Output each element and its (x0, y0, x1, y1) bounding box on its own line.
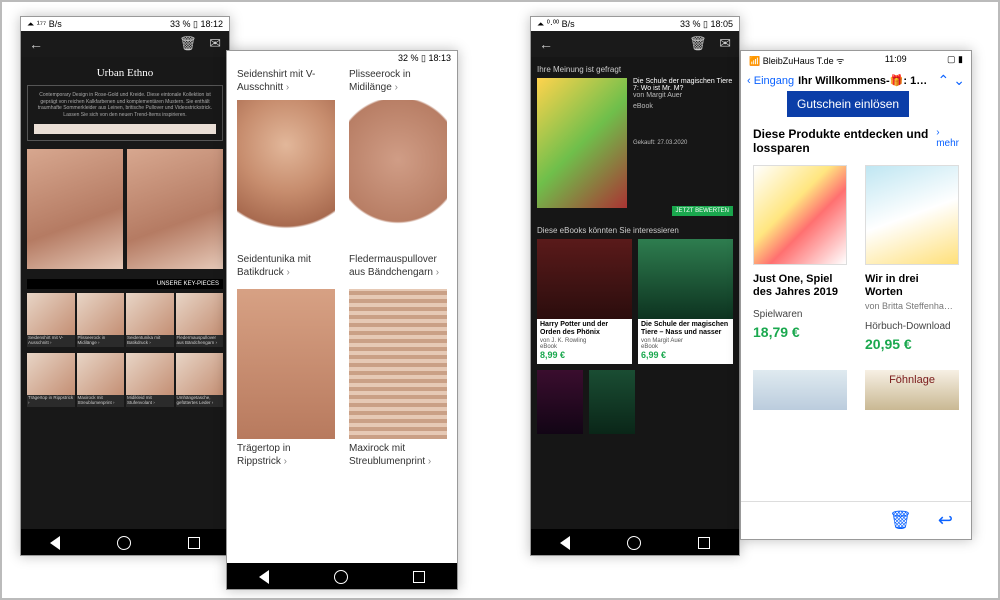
status-bar: ⏶ ¹⁷⁷ B/s 33 % ▯ 18:12 (21, 17, 229, 31)
mail-product-card[interactable]: Wir in drei Worten von Britta Steffenha…… (865, 165, 959, 352)
mail-reply-icon[interactable]: ↩ (938, 510, 953, 531)
status-right: 33 % ▯ 18:05 (680, 19, 733, 30)
nav-recent-icon[interactable] (188, 537, 200, 549)
phone-ios-mail: 📶 BleibZuHaus T.de ᯤ 11:09 ▢ ▮ ‹ Eingang… (740, 50, 972, 540)
recommend-header: Diese eBooks könnten Sie interessieren (537, 226, 733, 235)
hero-image[interactable] (27, 149, 123, 269)
phone-fashion-dark: ⏶ ¹⁷⁷ B/s 33 % ▯ 18:12 ← 🗑 ✉ Urban Ethno… (20, 16, 230, 556)
phone-fashion-light: 32 % ▯ 18:13 Seidenshirt mit V-Ausschnit… (226, 50, 458, 590)
product-thumb[interactable]: Fledermauspullover aus Bändchengarn › (176, 293, 224, 347)
status-left: ⏶ ¹⁷⁷ B/s (27, 19, 62, 30)
product-thumb[interactable]: Maxirock mit Streublumenprint › (77, 353, 125, 407)
hero-title: Urban Ethno (27, 67, 223, 79)
trash-icon[interactable]: 🗑 (179, 35, 197, 51)
nav-back-icon[interactable] (50, 536, 60, 550)
book-type: eBook (633, 103, 733, 110)
mail-next-icon[interactable]: ⌄ (953, 72, 965, 89)
nav-back-icon[interactable] (560, 536, 570, 550)
mail-icon[interactable]: ✉ (209, 35, 221, 51)
app-top-bar: ← 🗑 ✉ (21, 31, 229, 57)
nav-recent-icon[interactable] (698, 537, 710, 549)
recommend-card[interactable]: Die Schule der magischen Tiere – Nass un… (638, 239, 733, 364)
nav-recent-icon[interactable] (413, 571, 425, 583)
app-top-bar: ← 🗑 ✉ (531, 31, 739, 57)
mail-product-card[interactable]: Just One, Spiel des Jahres 2019 Spielwar… (753, 165, 847, 352)
hero-cta-button[interactable] (34, 124, 216, 134)
product-caption[interactable]: Plisseerock in Midilänge (349, 65, 447, 94)
book-thumb[interactable] (589, 370, 635, 434)
android-nav-bar (227, 563, 457, 590)
status-left: ⏶ ⁰·⁰⁰ B/s (537, 19, 575, 30)
battery: ▢ ▮ (947, 54, 963, 67)
hero-image[interactable] (127, 149, 223, 269)
product-image[interactable] (237, 289, 335, 439)
carrier: 📶 BleibZuHaus T.de ᯤ (749, 54, 844, 67)
mail-prev-icon[interactable]: ⌃ (938, 72, 950, 89)
android-nav-bar (531, 529, 739, 556)
status-right: 32 % ▯ 18:13 (398, 53, 451, 64)
nav-back-icon[interactable] (259, 570, 269, 584)
android-nav-bar (21, 529, 229, 556)
back-icon[interactable]: ← (539, 36, 553, 52)
product-thumb[interactable]: Plisseerock in Midilänge › (77, 293, 125, 347)
book-thumb[interactable] (537, 370, 583, 434)
product-caption[interactable]: Fledermauspullover aus Bändchengarn (349, 250, 447, 279)
mail-subject: Ihr Willkommens-🎁: 1… (798, 74, 933, 87)
status-right: 33 % ▯ 18:12 (170, 19, 223, 30)
product-caption[interactable]: Seidenshirt mit V-Ausschnitt (237, 65, 335, 94)
mail-icon[interactable]: ✉ (719, 35, 731, 51)
product-caption[interactable]: Seidentunika mit Batikdruck (237, 250, 335, 279)
nav-home-icon[interactable] (334, 570, 348, 584)
rate-button[interactable]: JETZT BEWERTEN (672, 206, 733, 216)
opinion-header: Ihre Meinung ist gefragt (537, 65, 733, 74)
status-bar: 📶 BleibZuHaus T.de ᯤ 11:09 ▢ ▮ (741, 51, 971, 70)
product-caption[interactable]: Maxirock mit Streublumenprint (349, 439, 447, 468)
product-thumb[interactable]: Trägertop in Rippstrick › (27, 353, 75, 407)
status-bar: ⏶ ⁰·⁰⁰ B/s 33 % ▯ 18:05 (531, 17, 739, 31)
product-image[interactable] (349, 100, 447, 250)
product-image[interactable] (349, 289, 447, 439)
product-caption[interactable]: Trägertop in Rippstrick (237, 439, 335, 468)
mail-toolbar: 🗑 ↩ (741, 501, 971, 539)
product-image[interactable] (237, 100, 335, 250)
nav-home-icon[interactable] (117, 536, 131, 550)
product-thumb[interactable]: Seidenshirt mit V-Ausschnitt › (27, 293, 75, 347)
back-icon[interactable]: ← (29, 36, 43, 52)
phone-ebook-store: ⏶ ⁰·⁰⁰ B/s 33 % ▯ 18:05 ← 🗑 ✉ Ihre Meinu… (530, 16, 740, 556)
product-teaser[interactable] (753, 370, 847, 410)
mail-back-button[interactable]: ‹ Eingang (747, 75, 794, 87)
book-cover[interactable] (537, 78, 627, 208)
section-title: Diese Produkte entdecken und lossparen (753, 127, 936, 155)
product-thumb[interactable]: Midikleid mit Stufenvolant › (126, 353, 174, 407)
book-title: Die Schule der magischen Tiere 7: Wo ist… (633, 78, 733, 92)
clock: 11:09 (885, 54, 907, 67)
hero-blurb: Contemporary Design in Rose-Gold und Kre… (27, 85, 223, 141)
product-thumb[interactable]: Umhängetasche, gefüttertes Leder › (176, 353, 224, 407)
book-author: von Margit Auer (633, 92, 733, 99)
recommend-card[interactable]: Harry Potter und der Orden des Phönixvon… (537, 239, 632, 364)
product-thumb[interactable]: Seidentunika mit Batikdruck › (126, 293, 174, 347)
mail-trash-icon[interactable]: 🗑 (889, 510, 912, 531)
product-teaser[interactable]: Föhnlage (865, 370, 959, 410)
nav-home-icon[interactable] (627, 536, 641, 550)
trash-icon[interactable]: 🗑 (689, 35, 707, 51)
voucher-button[interactable]: Gutschein einlösen (787, 91, 909, 117)
status-bar: 32 % ▯ 18:13 (227, 51, 457, 65)
more-link[interactable]: › mehr (936, 127, 959, 149)
section-header: UNSERE KEY-PIECES (27, 279, 223, 289)
